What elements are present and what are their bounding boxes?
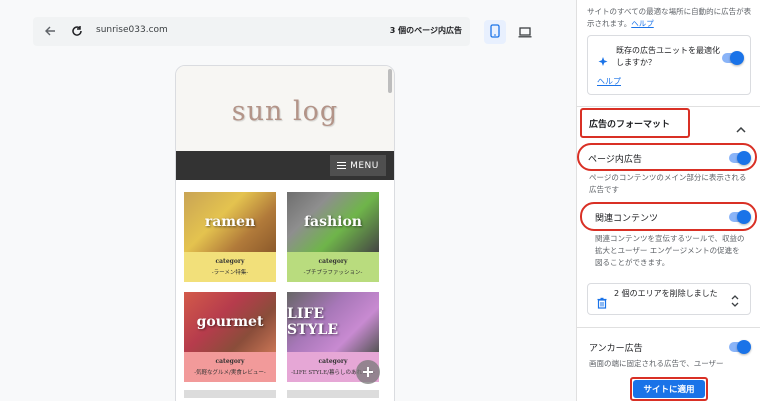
back-arrow-icon[interactable] (43, 24, 57, 38)
apply-to-site-button[interactable]: サイトに適用 (633, 380, 705, 398)
card-image: fashion (287, 192, 379, 252)
mobile-view-button[interactable] (484, 20, 506, 44)
next-card-peek (184, 390, 276, 398)
card-subtitle: -気軽なグルメ/実食レビュー- (194, 370, 266, 376)
optimize-existing-units-card: 既存の広告ユニットを最適化しますか？ ヘルプ (587, 35, 751, 95)
card-title: ramen (204, 214, 256, 230)
removed-areas-text: 2 個のエリアを削除しました (614, 289, 718, 298)
help-link[interactable]: ヘルプ (631, 19, 654, 28)
trash-icon (597, 294, 607, 309)
category-card-fashion[interactable]: fashion category -プチプラファッション- (287, 192, 379, 282)
preview-scrollbar[interactable] (388, 69, 392, 93)
card-caption: category -ラーメン特集- (184, 252, 276, 282)
divider (577, 106, 760, 107)
card-title: gourmet (196, 314, 264, 330)
card-subtitle: -プチプラファッション- (303, 270, 363, 276)
category-card-gourmet[interactable]: gourmet category -気軽なグルメ/実食レビュー- (184, 292, 276, 382)
removed-areas-select[interactable]: 2 個のエリアを削除しました (587, 283, 751, 315)
card-category: category (215, 358, 245, 365)
preview-toolbar: sunrise033.com 3 個のページ内広告 (33, 17, 470, 46)
card-caption: category -気軽なグルメ/実食レビュー- (184, 352, 276, 382)
mobile-preview-frame: sun log MENU ramen category -ラーメン特集- fas… (175, 65, 395, 401)
next-card-peek (287, 390, 379, 398)
divider (577, 327, 760, 328)
plus-icon (362, 363, 374, 382)
chevron-up-icon[interactable] (736, 119, 746, 133)
reload-icon[interactable] (70, 24, 84, 38)
optimize-toggle[interactable] (722, 51, 744, 65)
auto-ads-text: サイトのすべての最適な場所に自動的に広告が表示されます。 (587, 7, 752, 28)
card-caption: category -プチプラファッション- (287, 252, 379, 282)
card-category: category (318, 358, 348, 365)
card-title: fashion (304, 214, 362, 230)
site-logo: sun log (231, 96, 339, 127)
hamburger-icon (337, 162, 347, 169)
related-content-highlight (580, 202, 757, 231)
card-image: LIFE STYLE (287, 292, 379, 352)
in-page-ad-count: 3 個のページ内広告 (389, 26, 462, 35)
site-header: sun log (176, 66, 394, 151)
card-image: gourmet (184, 292, 276, 352)
menu-button[interactable]: MENU (330, 155, 386, 176)
laptop-icon (518, 23, 532, 42)
site-nav-bar: MENU (176, 151, 394, 180)
anchor-ads-label: アンカー広告 (589, 344, 643, 354)
auto-ads-description: サイトのすべての最適な場所に自動的に広告が表示されます。ヘルプ (587, 6, 752, 30)
anchor-ads-description: 画面の端に固定される広告で、ユーザー (589, 359, 724, 368)
card-category: category (215, 258, 245, 265)
optimize-sparkle-icon (597, 53, 609, 66)
card-category: category (318, 258, 348, 265)
ad-format-highlight (580, 108, 690, 138)
desktop-view-button[interactable] (514, 20, 536, 44)
optimize-help-link[interactable]: ヘルプ (597, 76, 621, 87)
up-down-chevron-icon (730, 293, 740, 307)
site-url: sunrise033.com (96, 25, 168, 35)
category-card-ramen[interactable]: ramen category -ラーメン特集- (184, 192, 276, 282)
card-image: ramen (184, 192, 276, 252)
anchor-ads-toggle[interactable] (729, 340, 751, 354)
card-subtitle: -ラーメン特集- (211, 270, 249, 276)
card-title: LIFE STYLE (287, 306, 339, 338)
scroll-top-button[interactable] (356, 360, 380, 384)
menu-label: MENU (350, 160, 379, 171)
auto-ads-settings-panel: サイトのすべての最適な場所に自動的に広告が表示されます。ヘルプ 既存の広告ユニッ… (576, 0, 760, 401)
preview-area: sunrise033.com 3 個のページ内広告 sun log MENU r… (0, 0, 576, 401)
in-page-ads-highlight (577, 143, 757, 171)
in-page-ads-description: ページのコンテンツのメイン部分に表示される広告です (589, 173, 747, 194)
optimize-question: 既存の広告ユニットを最適化しますか？ (616, 46, 720, 67)
related-content-description: 関連コンテンツを宣伝するツールで、収益の拡大とユーザー エンゲージメントの促進を… (595, 234, 745, 267)
mobile-phone-icon (490, 23, 500, 42)
